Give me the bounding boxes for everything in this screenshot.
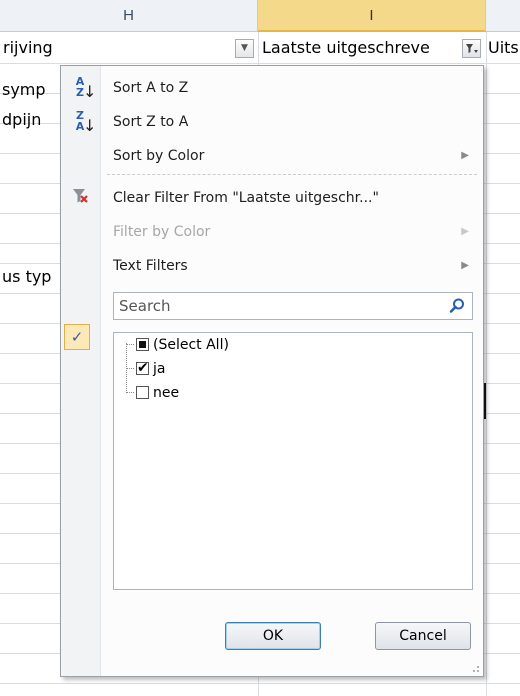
checkbox-indeterminate[interactable] — [136, 338, 149, 351]
checkbox-checked[interactable]: ✔ — [136, 360, 149, 376]
menu-item-sort-by-color[interactable]: Sort by Color ▶ — [61, 138, 483, 174]
menu-item-text-filters[interactable]: Text Filters ▶ — [61, 248, 483, 284]
menu-item-sort-az[interactable]: AZ ↓ Sort A to Z — [61, 70, 483, 106]
submenu-arrow-icon: ▶ — [461, 260, 469, 271]
resize-grip-icon[interactable] — [470, 663, 480, 673]
cancel-button[interactable]: Cancel — [375, 622, 471, 650]
dropdown-arrow-icon[interactable]: ▼ — [235, 39, 254, 58]
cell-text[interactable]: us typ — [2, 263, 51, 291]
ok-button[interactable]: OK — [225, 622, 321, 650]
checkmark-icon: ✓ — [64, 324, 90, 350]
gridline-vertical — [486, 32, 487, 696]
cell-text[interactable]: symp — [2, 78, 46, 102]
checkbox-unchecked[interactable] — [136, 386, 149, 399]
menu-separator — [107, 174, 477, 175]
clear-filter-icon — [67, 186, 93, 210]
submenu-arrow-icon: ▶ — [461, 226, 469, 237]
autofilter-menu: AZ ↓ Sort A to Z ZA ↓ Sort Z to A Sort b… — [60, 65, 484, 677]
gridline-row — [0, 63, 520, 64]
header-cell-i[interactable]: Laatste uitgeschreve — [262, 33, 462, 63]
header-cell-j[interactable]: Uits — [488, 33, 520, 63]
table-header-row: rijving ▼ Laatste uitgeschreve Uits — [0, 33, 520, 63]
gridline-row — [0, 683, 520, 684]
cell-text[interactable]: dpijn — [2, 108, 41, 132]
column-header-h[interactable]: H — [0, 0, 258, 32]
filter-values-list[interactable]: (Select All) ✔ ja nee — [113, 332, 473, 590]
menu-item-filter-by-color[interactable]: Filter by Color ▶ — [61, 214, 483, 250]
header-cell-h[interactable]: rijving — [3, 33, 233, 63]
menu-item-clear-filter[interactable]: Clear Filter From "Laatste uitgeschr..." — [61, 180, 483, 216]
search-input[interactable]: Search — [113, 292, 473, 320]
column-header-j[interactable] — [486, 0, 520, 32]
search-icon[interactable] — [448, 297, 466, 315]
column-header-i[interactable]: I — [258, 0, 486, 32]
menu-item-sort-za[interactable]: ZA ↓ Sort Z to A — [61, 104, 483, 140]
submenu-arrow-icon: ▶ — [461, 150, 469, 161]
column-header-bar: H I — [0, 0, 520, 32]
filter-funnel-icon[interactable] — [462, 39, 481, 58]
